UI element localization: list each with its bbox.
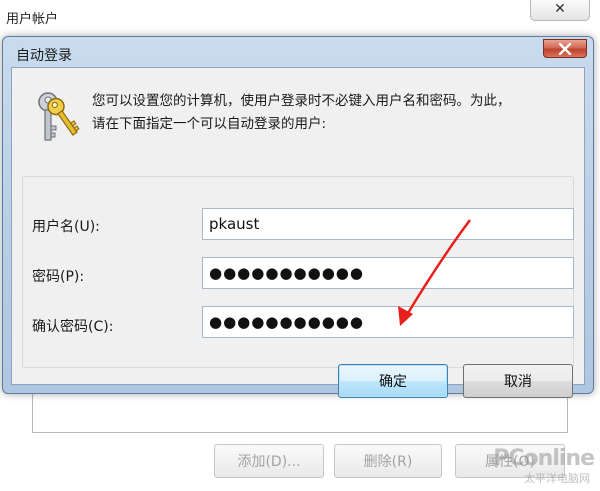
username-input[interactable]	[202, 208, 574, 240]
auto-logon-dialog: 自动登录 您可以设置您的计算机，使用户登录时不必键入用户名和密码。为此， 请在下…	[2, 36, 594, 398]
dialog-close-button[interactable]	[543, 39, 587, 58]
password-input[interactable]	[202, 257, 574, 289]
user-accounts-close-button[interactable]: ✕	[530, 0, 590, 21]
add-user-button[interactable]: 添加(D)...	[214, 444, 324, 478]
description-line-1: 您可以设置您的计算机，使用户登录时不必键入用户名和密码。为此，	[92, 93, 511, 109]
dialog-client-area: 您可以设置您的计算机，使用户登录时不必键入用户名和密码。为此， 请在下面指定一个…	[11, 67, 585, 398]
dialog-description: 您可以设置您的计算机，使用户登录时不必键入用户名和密码。为此， 请在下面指定一个…	[92, 90, 572, 136]
cancel-button[interactable]: 取消	[463, 364, 573, 398]
confirm-password-input[interactable]	[202, 306, 574, 338]
close-icon: ✕	[554, 1, 566, 17]
confirm-password-label: 确认密码(C):	[32, 319, 114, 335]
keys-icon	[38, 92, 80, 141]
watermark: PConline	[493, 446, 595, 471]
password-label: 密码(P):	[32, 269, 85, 285]
username-label: 用户名(U):	[32, 219, 100, 235]
watermark-subtitle: 太平洋电脑网	[524, 472, 590, 485]
user-list-panel	[32, 392, 568, 433]
delete-user-button[interactable]: 删除(R)	[334, 444, 442, 478]
ok-button[interactable]: 确定	[338, 364, 448, 398]
user-accounts-window-title: 用户帐户	[6, 12, 59, 27]
close-icon	[558, 42, 572, 55]
dialog-title: 自动登录	[16, 48, 72, 64]
description-line-2: 请在下面指定一个可以自动登录的用户:	[92, 116, 327, 132]
